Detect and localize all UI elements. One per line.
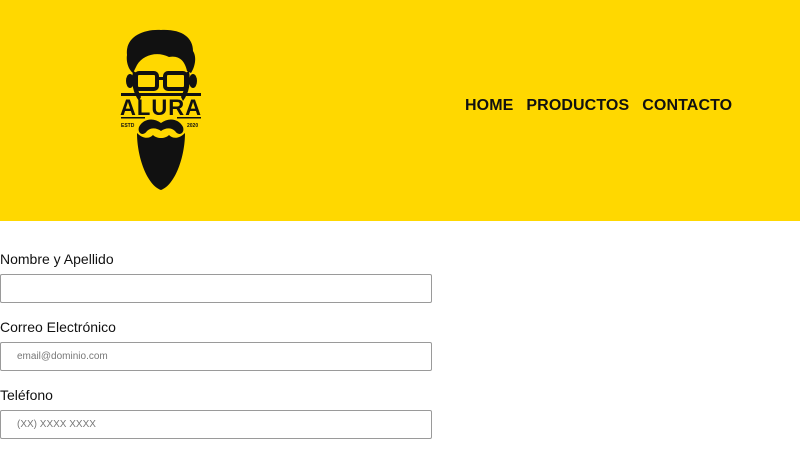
- site-header: ALURA ESTD 2020 HOME PRODUCTOS CONTACTO: [0, 0, 800, 221]
- nav-productos-link[interactable]: PRODUCTOS: [526, 97, 629, 115]
- logo-estd-text: ESTD: [121, 123, 135, 129]
- email-label: Correo Electrónico: [0, 319, 116, 335]
- main-nav: HOME PRODUCTOS CONTACTO: [465, 97, 732, 115]
- phone-label: Teléfono: [0, 387, 53, 403]
- alura-logo[interactable]: ALURA ESTD 2020: [113, 27, 209, 193]
- email-input[interactable]: [0, 342, 432, 371]
- name-input[interactable]: [0, 274, 432, 303]
- logo-year-text: 2020: [187, 123, 199, 129]
- nav-contacto-link[interactable]: CONTACTO: [642, 97, 732, 115]
- nav-home-link[interactable]: HOME: [465, 97, 513, 115]
- logo-brand-text: ALURA: [120, 95, 202, 120]
- name-label: Nombre y Apellido: [0, 251, 114, 267]
- phone-input[interactable]: [0, 410, 432, 439]
